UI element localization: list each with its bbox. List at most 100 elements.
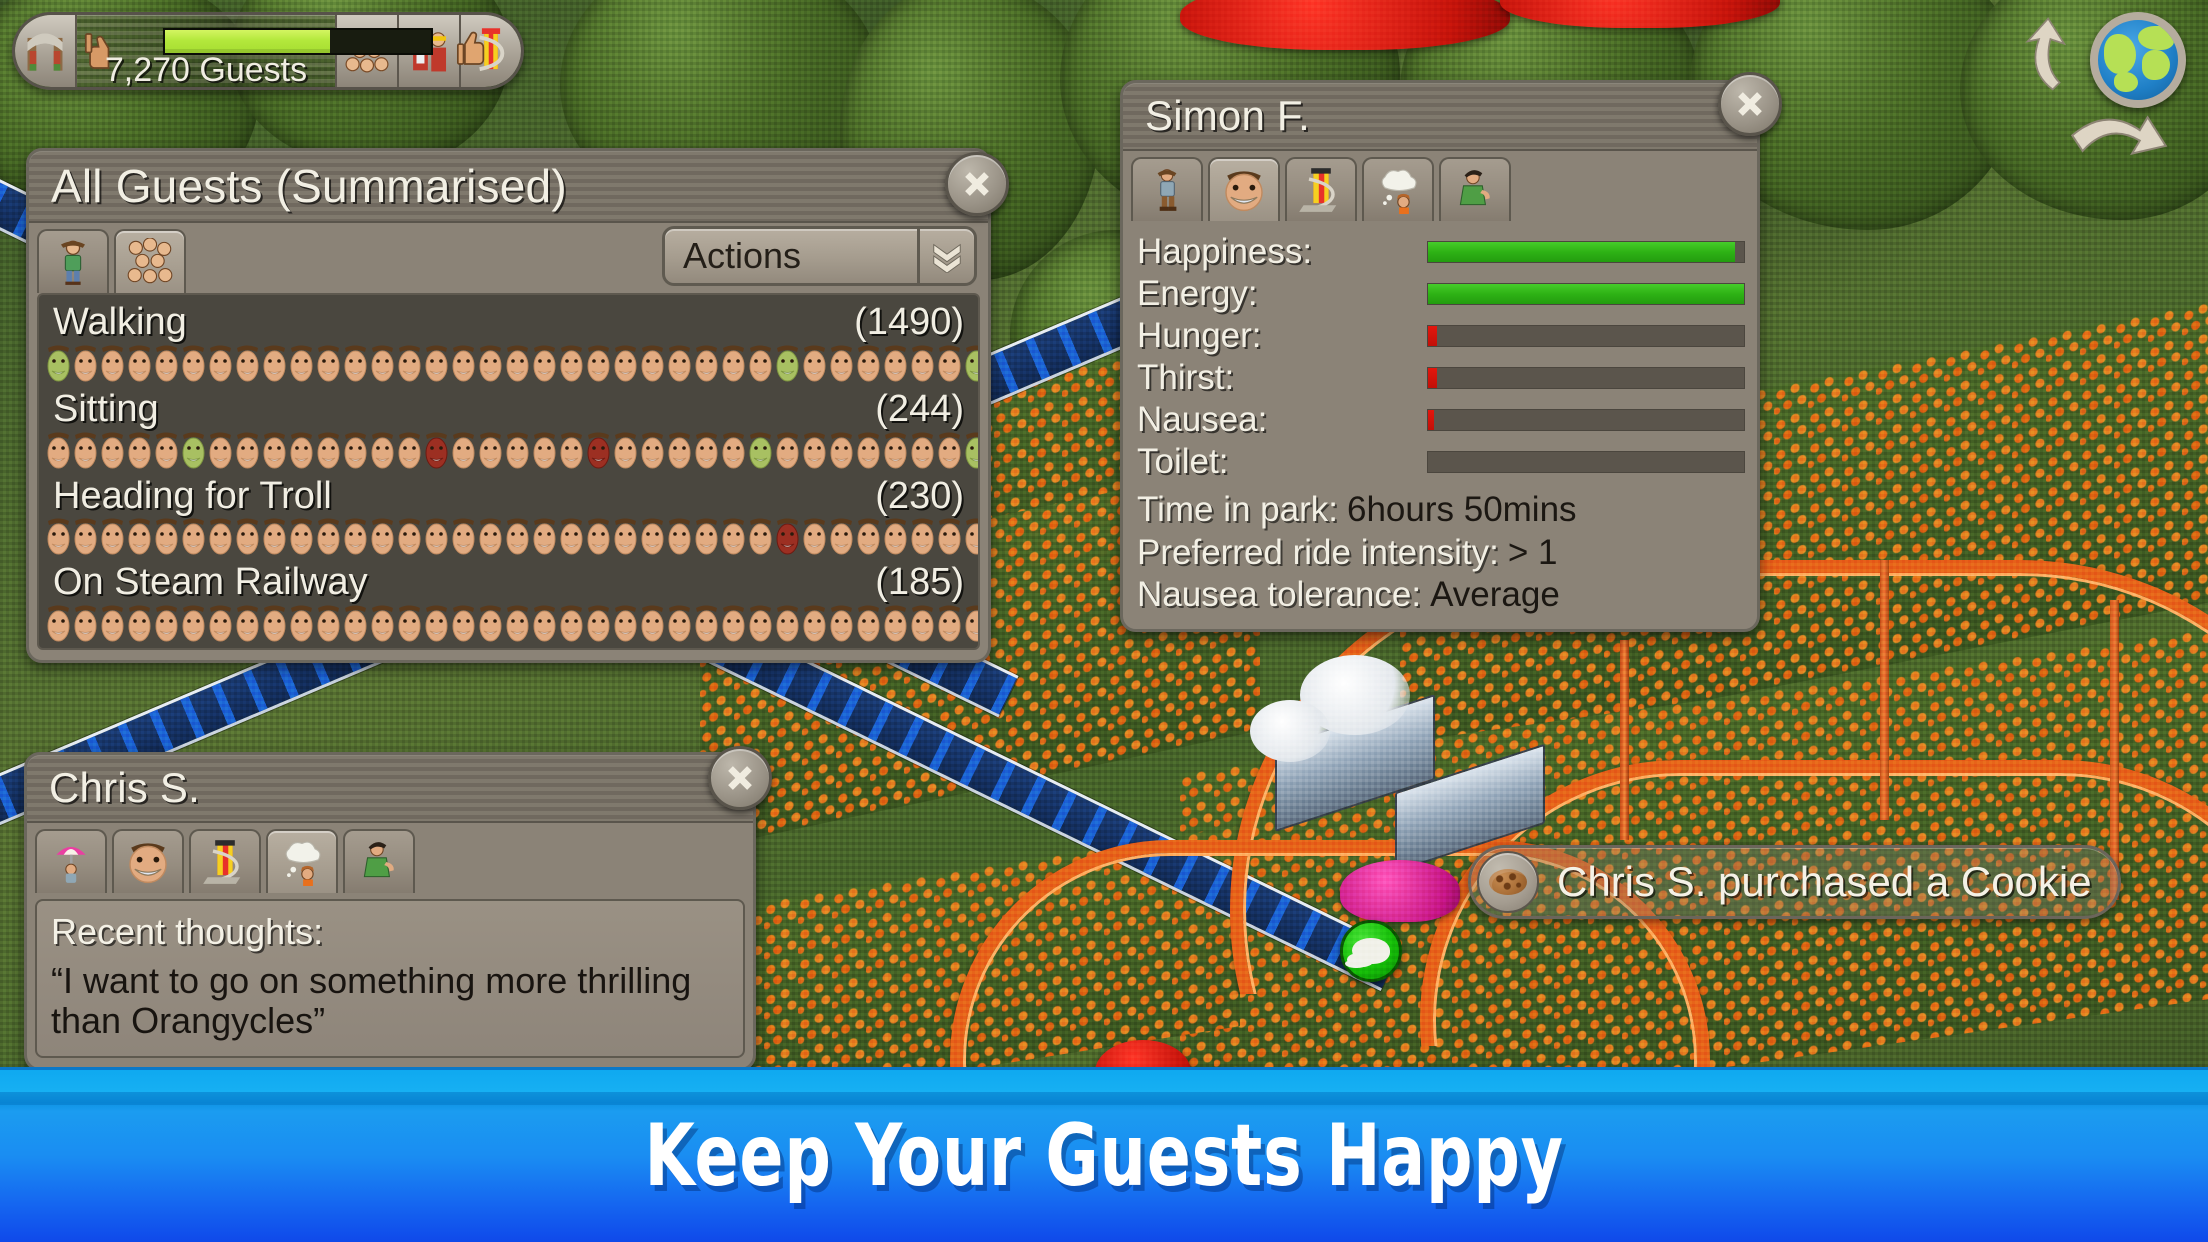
guest-rides-tab[interactable] bbox=[1285, 157, 1357, 221]
guest-stat-label: Energy: bbox=[1137, 274, 1258, 313]
rotate-clockwise-arrow-icon[interactable] bbox=[2064, 112, 2174, 164]
guest-face-icon bbox=[963, 517, 978, 557]
guest-activity-row-header: Heading for Troll (230) bbox=[39, 474, 978, 517]
guest-face-icon bbox=[504, 604, 531, 644]
guest-stats-tab[interactable] bbox=[112, 829, 184, 893]
guest-face-icon bbox=[774, 517, 801, 557]
chris-guest-window[interactable]: Chris S. Recent thoughts: “I want to go … bbox=[24, 746, 772, 1071]
guest-face-icon bbox=[612, 431, 639, 471]
guest-face-icon bbox=[423, 344, 450, 384]
guest-stat-bar bbox=[1427, 451, 1745, 473]
guest-face-icon bbox=[855, 604, 882, 644]
rotate-counterclockwise-arrow-icon[interactable] bbox=[2020, 14, 2090, 94]
park-rating-region: 7,270 Guests bbox=[77, 15, 485, 89]
guest-face-icon bbox=[585, 517, 612, 557]
guest-rides-tab[interactable] bbox=[189, 829, 261, 893]
guest-overview-tab[interactable] bbox=[1131, 157, 1203, 221]
guest-face-icon bbox=[666, 431, 693, 471]
promo-banner: Keep Your Guests Happy bbox=[0, 1067, 2208, 1242]
guest-stat-line: Hunger: bbox=[1137, 315, 1745, 357]
guest-face-icon bbox=[261, 344, 288, 384]
guest-face-icon bbox=[450, 431, 477, 471]
actions-control[interactable]: Actions bbox=[662, 226, 977, 286]
guest-face-icon bbox=[558, 344, 585, 384]
guest-activity-count: (185) bbox=[875, 561, 964, 604]
guest-face-icon bbox=[477, 344, 504, 384]
guest-face-icon bbox=[531, 344, 558, 384]
close-icon bbox=[728, 766, 752, 790]
guest-face-icon bbox=[909, 604, 936, 644]
chris-close-button[interactable] bbox=[708, 746, 772, 810]
tab-individual-guests[interactable] bbox=[37, 229, 109, 293]
guest-face-icon bbox=[315, 517, 342, 557]
guest-activity-label: Sitting bbox=[53, 387, 159, 430]
guest-activity-row[interactable]: Sitting (244) bbox=[39, 386, 978, 473]
guest-face-icon bbox=[99, 431, 126, 471]
guest-face-icon bbox=[207, 344, 234, 384]
guest-face-icon bbox=[261, 431, 288, 471]
guest-face-icon bbox=[666, 517, 693, 557]
guest-count-label: 7,270 Guests bbox=[104, 51, 308, 89]
guest-activity-count: (230) bbox=[875, 474, 964, 517]
chris-titlebar[interactable]: Chris S. bbox=[27, 755, 753, 823]
guest-face-icon bbox=[720, 344, 747, 384]
simon-guest-window[interactable]: Simon F. Happiness: Energy: Hunger: Thirst:… bbox=[1120, 72, 1782, 633]
guest-thoughts-tab[interactable] bbox=[266, 829, 338, 893]
guest-face-icon bbox=[558, 517, 585, 557]
guest-face-icon bbox=[369, 431, 396, 471]
guest-face-icon bbox=[288, 517, 315, 557]
all-guests-titlebar[interactable]: All Guests (Summarised) bbox=[29, 151, 988, 223]
guest-face-icon bbox=[828, 431, 855, 471]
guest-face-icon bbox=[909, 431, 936, 471]
all-guests-close-button[interactable] bbox=[945, 152, 1009, 216]
guest-activity-row[interactable]: Heading for Troll (230) bbox=[39, 473, 978, 560]
guest-face-icon bbox=[180, 344, 207, 384]
guest-face-icon bbox=[936, 344, 963, 384]
guest-face-icon bbox=[423, 431, 450, 471]
guest-face-icon bbox=[720, 517, 747, 557]
guest-overview-tab[interactable] bbox=[35, 829, 107, 893]
all-guests-window[interactable]: All Guests (Summarised) Walking (1490) S… bbox=[26, 148, 1009, 663]
guest-face-icon bbox=[855, 344, 882, 384]
guest-face-icon bbox=[423, 517, 450, 557]
guest-info-line: Preferred ride intensity: > 1 bbox=[1137, 532, 1745, 575]
guest-face-icon bbox=[639, 431, 666, 471]
guest-inventory-tab[interactable] bbox=[343, 829, 415, 893]
guest-face-icon bbox=[801, 604, 828, 644]
toast-message: Chris S. purchased a Cookie bbox=[1557, 858, 2092, 905]
simon-titlebar[interactable]: Simon F. bbox=[1123, 83, 1757, 151]
guest-face-icon bbox=[126, 431, 153, 471]
tab-summarised-guests[interactable] bbox=[114, 229, 186, 293]
purchase-notification-toast[interactable]: Chris S. purchased a Cookie bbox=[1468, 845, 2121, 919]
guest-face-icon bbox=[72, 604, 99, 644]
close-icon bbox=[965, 172, 989, 196]
guest-face-icon bbox=[45, 344, 72, 384]
simon-close-button[interactable] bbox=[1718, 72, 1782, 136]
park-status-toolbar[interactable]: 7,270 Guests bbox=[12, 12, 524, 90]
actions-button[interactable]: Actions bbox=[662, 226, 917, 286]
guest-thoughts-tab[interactable] bbox=[1362, 157, 1434, 221]
guest-face-icon bbox=[666, 344, 693, 384]
guest-face-icon bbox=[720, 604, 747, 644]
park-entrance-icon[interactable] bbox=[15, 15, 77, 87]
guest-face-icon bbox=[180, 517, 207, 557]
rotate-view-widget[interactable] bbox=[2020, 6, 2190, 166]
guest-face-icon bbox=[72, 344, 99, 384]
guest-activity-list[interactable]: Walking (1490) Sitting (244) Heading for Tro… bbox=[37, 293, 980, 650]
guest-info-key: Preferred ride intensity: bbox=[1137, 532, 1499, 572]
guest-activity-label: On Steam Railway bbox=[53, 561, 368, 604]
simon-tabrow[interactable] bbox=[1123, 151, 1757, 221]
guest-face-icon bbox=[882, 344, 909, 384]
guest-face-icon bbox=[693, 517, 720, 557]
chevron-down-icon[interactable] bbox=[917, 226, 977, 286]
guest-person-icon bbox=[355, 838, 403, 886]
guest-face-icon bbox=[585, 431, 612, 471]
guest-inventory-tab[interactable] bbox=[1439, 157, 1511, 221]
globe-icon[interactable] bbox=[2090, 12, 2186, 108]
guest-activity-row[interactable]: Walking (1490) bbox=[39, 299, 978, 386]
guest-activity-row[interactable]: On Steam Railway (185) bbox=[39, 559, 978, 646]
guest-stats-tab[interactable] bbox=[1208, 157, 1280, 221]
guest-face-icon bbox=[801, 344, 828, 384]
chris-tabrow[interactable] bbox=[27, 823, 753, 893]
guest-stat-label: Hunger: bbox=[1137, 316, 1262, 355]
